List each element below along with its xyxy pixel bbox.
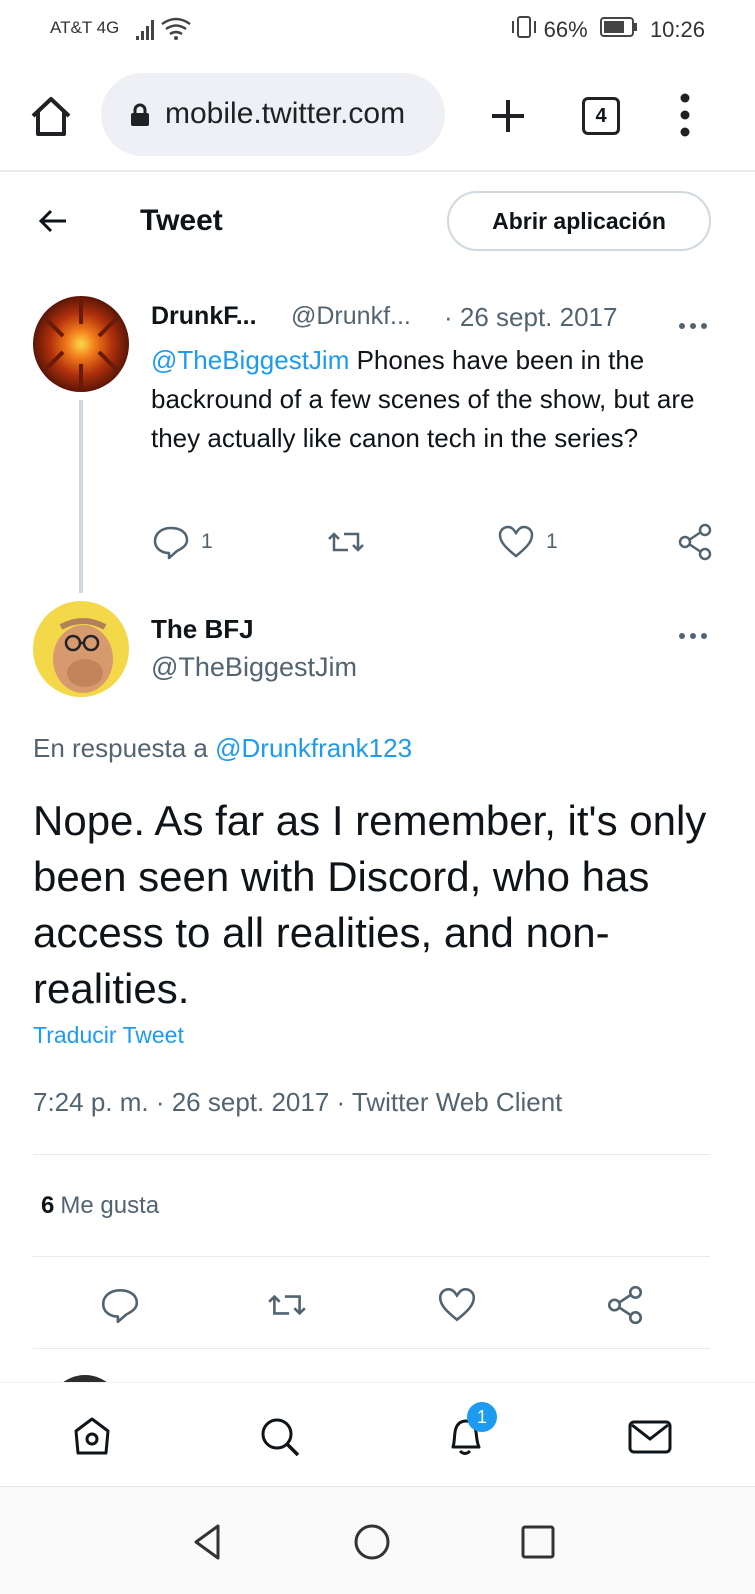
like-count: 1	[546, 530, 558, 553]
system-back-button[interactable]	[188, 1522, 228, 1562]
tweet-header: Tweet Abrir aplicación	[0, 174, 755, 274]
new-tab-button[interactable]	[486, 94, 530, 138]
likes-summary[interactable]: 6 Me gusta	[41, 1192, 159, 1220]
notification-badge: 1	[467, 1402, 497, 1432]
tweet-date[interactable]: · 26 sept. 2017	[444, 302, 617, 333]
divider	[33, 1256, 710, 1257]
heart-icon	[498, 525, 534, 558]
avatar[interactable]	[33, 601, 129, 697]
retweet-button[interactable]	[326, 522, 376, 562]
tab-switcher-button[interactable]: 4	[582, 97, 620, 135]
author-handle[interactable]: @Drunkf...	[291, 302, 411, 331]
battery-percent: 66%	[543, 17, 588, 42]
author-name[interactable]: DrunkF...	[151, 302, 257, 331]
system-home-button[interactable]	[352, 1522, 392, 1562]
share-icon	[678, 523, 712, 561]
status-bar: AT&T 4G 66% 10:26	[0, 0, 755, 60]
reply-button[interactable]	[99, 1284, 141, 1324]
more-vertical-icon	[680, 93, 690, 137]
system-nav-bar	[0, 1486, 755, 1594]
retweet-icon	[328, 532, 364, 552]
open-app-button[interactable]: Abrir aplicación	[447, 191, 711, 251]
mail-icon	[628, 1420, 672, 1454]
tweet-meta: 7:24 p. m. · 26 sept. 2017 · Twitter Web…	[33, 1087, 563, 1117]
mention-link[interactable]: @TheBiggestJim	[151, 345, 349, 375]
translate-link[interactable]: Traducir Tweet	[33, 1022, 184, 1049]
home-icon	[74, 1417, 110, 1455]
retweet-icon	[268, 1294, 306, 1316]
divider	[33, 1348, 710, 1349]
reply-prefix: En respuesta a	[33, 733, 216, 763]
url-text: mobile.twitter.com	[165, 97, 406, 130]
circle-home-icon	[354, 1524, 390, 1560]
author-handle[interactable]: @TheBiggestJim	[151, 652, 357, 683]
retweet-button[interactable]	[266, 1284, 308, 1324]
nav-messages[interactable]	[626, 1413, 674, 1461]
tweet-actions	[0, 1284, 755, 1328]
carrier-label: AT&T 4G	[50, 18, 120, 37]
share-button[interactable]	[675, 522, 715, 562]
triangle-back-icon	[194, 1524, 220, 1560]
reply-icon	[101, 1288, 139, 1324]
divider	[33, 1154, 710, 1155]
vibrate-icon	[510, 15, 538, 45]
signal-wifi-icon	[136, 16, 196, 47]
browser-toolbar: mobile.twitter.com 4	[0, 60, 755, 172]
nav-search[interactable]	[256, 1413, 304, 1461]
tweet-text: Nope. As far as I remember, it's only be…	[33, 797, 707, 1012]
home-button[interactable]	[28, 94, 74, 140]
heart-icon	[438, 1287, 476, 1322]
home-icon	[31, 97, 71, 136]
likes-label: Me gusta	[60, 1192, 160, 1219]
reply-context: En respuesta a @Drunkfrank123	[33, 733, 412, 764]
share-button[interactable]	[604, 1284, 646, 1325]
share-icon	[607, 1285, 643, 1325]
like-button[interactable]	[436, 1284, 478, 1324]
search-icon	[261, 1418, 300, 1457]
author-name[interactable]: The BFJ	[151, 614, 254, 645]
more-horizontal-icon	[679, 633, 707, 639]
address-bar[interactable]: mobile.twitter.com	[101, 73, 445, 156]
battery-icon	[599, 17, 638, 43]
tweet-text: @TheBiggestJim Phones have been in the b…	[151, 341, 721, 458]
likes-count: 6	[41, 1192, 55, 1219]
twitter-bottom-nav	[0, 1382, 755, 1485]
back-button[interactable]	[36, 204, 70, 238]
reply-icon	[153, 526, 189, 560]
reply-to-link[interactable]: @Drunkfrank123	[215, 733, 412, 763]
more-options-button[interactable]	[678, 317, 708, 335]
reply-button[interactable]: 1	[151, 522, 241, 562]
tweet-actions: 1 1	[151, 522, 721, 562]
square-recents-icon	[521, 1525, 555, 1559]
plus-icon	[492, 100, 524, 132]
status-right: 66% 10:26	[510, 15, 705, 45]
thread-line	[79, 400, 83, 593]
avatar[interactable]	[33, 296, 129, 392]
system-recents-button[interactable]	[518, 1522, 558, 1562]
more-options-button[interactable]	[678, 627, 708, 645]
browser-menu-button[interactable]	[674, 90, 696, 140]
clock: 10:26	[649, 17, 705, 42]
more-horizontal-icon	[679, 323, 707, 329]
reply-count: 1	[201, 530, 213, 553]
lock-icon	[131, 103, 149, 126]
like-button[interactable]: 1	[496, 522, 586, 562]
arrow-left-icon	[38, 209, 66, 233]
page-title: Tweet	[140, 204, 223, 237]
nav-home[interactable]	[68, 1413, 116, 1461]
